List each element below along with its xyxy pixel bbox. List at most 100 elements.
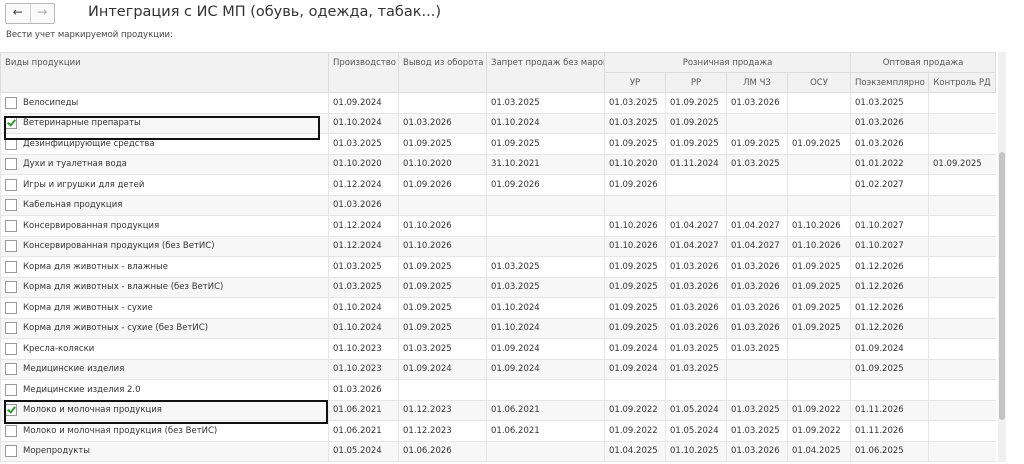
date-cell[interactable]: 01.03.2026 [726, 441, 788, 462]
col-header-ban[interactable]: Запрет продаж без марок [486, 52, 605, 93]
date-cell[interactable]: 01.03.2026 [726, 92, 788, 114]
date-cell[interactable]: 01.03.2026 [665, 297, 727, 319]
date-cell[interactable]: 01.03.2025 [328, 256, 399, 278]
date-cell[interactable]: 01.09.2024 [486, 338, 605, 360]
date-cell[interactable] [486, 379, 605, 401]
date-cell[interactable]: 01.09.2025 [604, 256, 666, 278]
product-checkbox[interactable] [5, 260, 17, 273]
date-cell[interactable]: 01.10.2020 [398, 154, 487, 175]
date-cell[interactable]: 31.10.2021 [486, 154, 605, 175]
date-cell[interactable] [486, 195, 605, 216]
table-row[interactable]: Консервированная продукция (без ВетИС) 01… [0, 236, 996, 257]
table-row[interactable]: Корма для животных - влажные 01.03.2025 01… [0, 256, 996, 278]
vertical-scrollbar[interactable] [998, 52, 1006, 462]
product-checkbox[interactable] [5, 117, 17, 130]
product-checkbox[interactable] [5, 96, 17, 109]
col-header-lm-cz[interactable]: ЛМ ЧЗ [726, 72, 788, 93]
date-cell[interactable]: 01.11.2024 [665, 154, 727, 175]
date-cell[interactable] [928, 277, 996, 298]
date-cell[interactable] [398, 379, 487, 401]
date-cell[interactable]: 01.09.2022 [786, 400, 851, 421]
date-cell[interactable]: 01.10.2023 [328, 338, 399, 360]
date-cell[interactable] [928, 256, 996, 278]
table-row[interactable]: Кресла-коляски 01.10.2023 01.03.2025 01.09.… [0, 338, 996, 360]
table-row[interactable]: Ветеринарные препараты 01.10.2024 01.03.20… [0, 113, 996, 134]
date-cell[interactable] [726, 195, 788, 216]
date-cell[interactable] [928, 359, 996, 380]
date-cell[interactable]: 01.05.2024 [665, 420, 727, 442]
date-cell[interactable]: 01.09.2025 [786, 256, 851, 278]
date-cell[interactable]: 01.03.2025 [726, 420, 788, 442]
date-cell[interactable] [928, 420, 996, 442]
date-cell[interactable]: 01.04.2027 [665, 215, 727, 237]
date-cell[interactable]: 01.11.2026 [850, 400, 929, 421]
date-cell[interactable]: 01.09.2022 [604, 420, 666, 442]
table-row[interactable]: Игры и игрушки для детей 01.12.2024 01.09.… [0, 174, 996, 196]
date-cell[interactable]: 01.10.2020 [604, 154, 666, 175]
date-cell[interactable]: 01.09.2025 [398, 318, 487, 339]
date-cell[interactable] [786, 92, 851, 114]
col-header-ur[interactable]: УР [604, 72, 666, 93]
date-cell[interactable]: 01.10.2026 [398, 215, 487, 237]
product-checkbox[interactable] [5, 158, 17, 171]
product-checkbox[interactable] [5, 240, 17, 253]
date-cell[interactable]: 01.09.2025 [786, 318, 851, 339]
col-header-osu[interactable]: ОСУ [786, 72, 852, 93]
date-cell[interactable]: 01.09.2024 [398, 359, 487, 380]
date-cell[interactable] [928, 318, 996, 339]
product-checkbox[interactable] [5, 301, 17, 314]
table-row[interactable]: Корма для животных - сухие 01.10.2024 01.0… [0, 297, 996, 319]
table-row[interactable]: Корма для животных - сухие (без ВетИС) 01… [0, 318, 996, 339]
date-cell[interactable]: 01.03.2025 [604, 92, 666, 114]
date-cell[interactable]: 01.03.2025 [486, 277, 605, 298]
date-cell[interactable]: 01.03.2026 [726, 318, 788, 339]
product-checkbox[interactable] [5, 199, 17, 212]
date-cell[interactable]: 01.09.2025 [928, 154, 996, 175]
product-checkbox[interactable] [5, 383, 17, 396]
table-row[interactable]: Дезинфицирующие средства 01.03.2025 01.09.… [0, 133, 996, 155]
date-cell[interactable] [486, 441, 605, 462]
product-checkbox[interactable] [5, 322, 17, 335]
date-cell[interactable] [398, 92, 487, 114]
date-cell[interactable] [928, 297, 996, 319]
table-row[interactable]: Морепродукты 01.05.2024 01.06.2026 01.04.20… [0, 441, 996, 462]
date-cell[interactable] [726, 113, 788, 134]
date-cell[interactable]: 01.03.2025 [486, 256, 605, 278]
date-cell[interactable]: 01.09.2024 [486, 359, 605, 380]
date-cell[interactable]: 01.03.2025 [726, 338, 788, 360]
date-cell[interactable] [726, 359, 788, 380]
date-cell[interactable]: 01.05.2024 [328, 441, 399, 462]
date-cell[interactable] [665, 379, 727, 401]
date-cell[interactable]: 01.12.2023 [398, 400, 487, 421]
date-cell[interactable]: 01.06.2021 [328, 400, 399, 421]
date-cell[interactable]: 01.09.2025 [398, 133, 487, 155]
date-cell[interactable]: 01.10.2023 [328, 359, 399, 380]
date-cell[interactable]: 01.03.2025 [850, 92, 929, 114]
date-cell[interactable] [928, 215, 996, 237]
table-row[interactable]: Медицинские изделия 01.10.2023 01.09.2024 0… [0, 359, 996, 380]
date-cell[interactable] [928, 236, 996, 257]
product-checkbox[interactable] [5, 281, 17, 294]
date-cell[interactable]: 01.10.2024 [486, 297, 605, 319]
date-cell[interactable]: 01.09.2024 [850, 338, 929, 360]
product-checkbox[interactable] [5, 404, 17, 417]
date-cell[interactable] [786, 174, 851, 196]
date-cell[interactable]: 01.09.2025 [665, 133, 727, 155]
date-cell[interactable] [398, 195, 487, 216]
date-cell[interactable] [928, 379, 996, 401]
date-cell[interactable]: 01.09.2025 [665, 113, 727, 134]
date-cell[interactable]: 01.10.2020 [328, 154, 399, 175]
date-cell[interactable] [928, 441, 996, 462]
date-cell[interactable]: 01.03.2025 [726, 400, 788, 421]
date-cell[interactable]: 01.10.2026 [398, 236, 487, 257]
date-cell[interactable]: 01.06.2025 [850, 441, 929, 462]
date-cell[interactable]: 01.03.2026 [665, 277, 727, 298]
date-cell[interactable]: 01.03.2025 [328, 133, 399, 155]
date-cell[interactable] [928, 113, 996, 134]
date-cell[interactable] [786, 359, 851, 380]
date-cell[interactable]: 01.09.2025 [786, 277, 851, 298]
date-cell[interactable]: 01.06.2026 [398, 441, 487, 462]
date-cell[interactable] [928, 133, 996, 155]
table-row[interactable]: Медицинские изделия 2.0 01.03.2026 [0, 379, 996, 401]
date-cell[interactable] [604, 195, 666, 216]
